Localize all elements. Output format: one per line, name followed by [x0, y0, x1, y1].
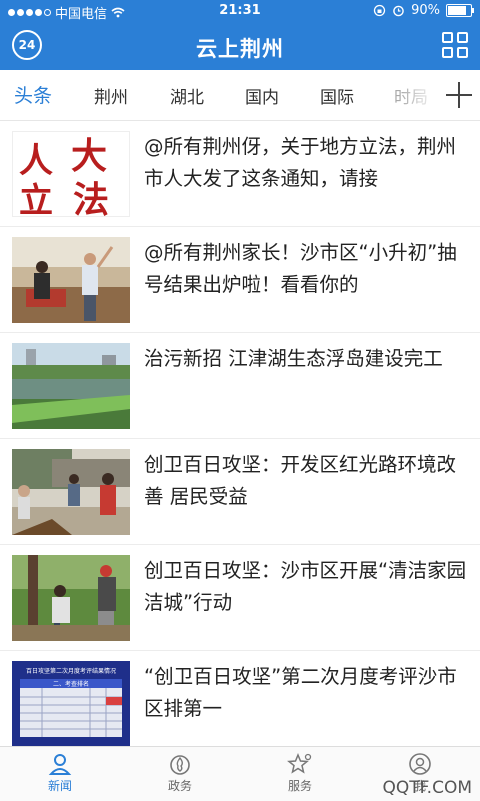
- news-list: 人 大 立 法 @所有荆州伢，关于地方立法，荆州市人大发了这条通知，请接 @所有…: [0, 121, 480, 756]
- news-title: 创卫百日攻坚：开发区红光路环境改善 居民受益: [144, 453, 457, 508]
- news-item[interactable]: @所有荆州家长！沙市区“小升初”抽号结果出炉啦！看看你的: [0, 227, 480, 333]
- thumb-char-2: 大: [71, 135, 107, 177]
- app-header: 24 云上荆州: [0, 22, 480, 70]
- news-item[interactable]: 百日攻坚第二次月度考评结果情况 二、考查排名 “创卫百日攻坚”第二次月度考评沙市…: [0, 651, 480, 756]
- user-icon: [48, 754, 72, 775]
- news-thumbnail: [12, 343, 130, 429]
- profile-icon: [409, 753, 431, 775]
- news-item[interactable]: 创卫百日攻坚：开发区红光路环境改善 居民受益: [0, 439, 480, 545]
- news-title: “创卫百日攻坚”第二次月度考评沙市区排第一: [144, 665, 457, 720]
- news-thumbnail: [12, 449, 130, 535]
- grid-menu-icon[interactable]: [442, 32, 468, 58]
- site-watermark: QQTF.COM: [382, 778, 472, 798]
- flame-icon: [170, 755, 190, 775]
- news-item[interactable]: 创卫百日攻坚：沙市区开展“清洁家园洁城”行动: [0, 545, 480, 651]
- news-thumbnail: 人 大 立 法: [12, 131, 130, 217]
- tab-domestic[interactable]: 国内: [245, 83, 279, 108]
- tabbar-government[interactable]: 政务: [140, 751, 220, 794]
- thumb-char-4: 法: [73, 179, 109, 217]
- news-thumbnail: [12, 555, 130, 641]
- tabbar-label: 新闻: [47, 779, 72, 793]
- tabbar-label: 服务: [287, 779, 312, 793]
- thumb-heading: 百日攻坚第二次月度考评结果情况: [26, 667, 116, 675]
- thumb-subheading: 二、考查排名: [53, 680, 89, 688]
- category-tabs: 头条 荆州 湖北 国内 国际 时局: [0, 70, 480, 121]
- add-channel-plus-icon[interactable]: [446, 82, 472, 108]
- thumb-char-1: 人: [19, 141, 53, 181]
- news-title: 治污新招 江津湖生态浮岛建设完工: [144, 347, 443, 370]
- news-title: @所有荆州伢，关于地方立法，荆州市人大发了这条通知，请接: [144, 135, 457, 190]
- news-thumbnail: 百日攻坚第二次月度考评结果情况 二、考查排名: [12, 661, 130, 747]
- battery-icon: [446, 4, 474, 17]
- tabbar-news[interactable]: 新闻: [20, 751, 100, 794]
- thumb-char-3: 立: [19, 181, 53, 217]
- battery-percent: 90%: [411, 3, 440, 18]
- news-title: 创卫百日攻坚：沙市区开展“清洁家园洁城”行动: [144, 559, 467, 614]
- tab-headlines[interactable]: 头条: [14, 81, 52, 108]
- rotation-lock-icon: [373, 4, 386, 17]
- tabbar-label: 政务: [167, 779, 192, 793]
- tab-international[interactable]: 国际: [320, 83, 354, 108]
- tab-jingzhou[interactable]: 荆州: [94, 83, 128, 108]
- status-bar: 中国电信 21:31 90%: [0, 0, 480, 22]
- tab-hubei[interactable]: 湖北: [170, 83, 204, 108]
- news-item[interactable]: 人 大 立 法 @所有荆州伢，关于地方立法，荆州市人大发了这条通知，请接: [0, 121, 480, 227]
- star-icon: [287, 753, 312, 774]
- news-title: @所有荆州家长！沙市区“小升初”抽号结果出炉啦！看看你的: [144, 241, 457, 296]
- tabbar-services[interactable]: 服务: [260, 751, 340, 794]
- app-title: 云上荆州: [196, 37, 284, 61]
- news-thumbnail: [12, 237, 130, 323]
- news-item[interactable]: 治污新招 江津湖生态浮岛建设完工: [0, 333, 480, 439]
- alarm-icon: [393, 5, 404, 17]
